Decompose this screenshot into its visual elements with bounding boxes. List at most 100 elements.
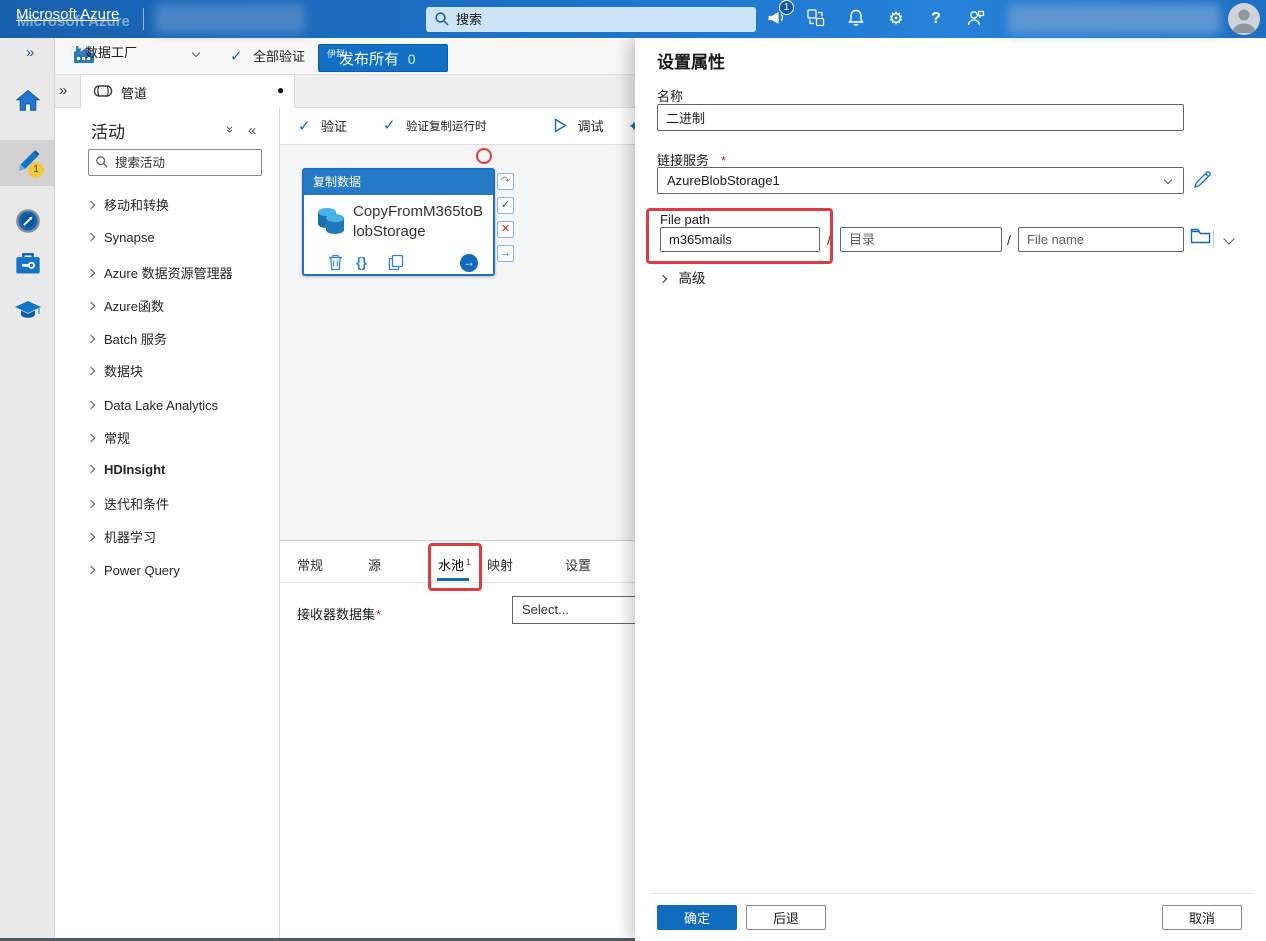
port-skip-icon[interactable]: ↷ — [497, 173, 514, 190]
copy-data-activity-node[interactable]: 复制数据 CopyFromM365toB lobStorage {} → — [302, 168, 495, 276]
unsaved-indicator: ● — [277, 83, 285, 97]
chevron-right-icon — [86, 499, 96, 509]
tabs-divider — [280, 582, 635, 583]
port-completion-icon[interactable]: → — [497, 245, 514, 262]
sink-dataset-select[interactable]: Select... — [512, 596, 642, 624]
factory-selector-label[interactable]: 数据工厂 — [85, 42, 137, 61]
activity-category-hdinsight[interactable]: HDInsight — [86, 461, 273, 483]
file-path-label: File path — [660, 212, 710, 227]
icon-divider — [1213, 230, 1214, 248]
chevron-right-icon — [86, 366, 96, 376]
port-failure-icon[interactable]: ✕ — [497, 221, 514, 238]
search-icon — [434, 11, 450, 32]
set-properties-panel: 设置属性 名称 链接服务 * AzureBlobStorage1 File pa… — [635, 38, 1266, 941]
avatar[interactable] — [1228, 3, 1260, 35]
activity-category-machine-learning[interactable]: 机器学习 — [86, 527, 273, 549]
activity-category-iteration-conditionals[interactable]: 迭代和条件 — [86, 494, 273, 516]
activity-search — [88, 149, 262, 176]
advanced-toggle[interactable]: 高级 — [658, 267, 705, 288]
tab-sink[interactable]: 水池 1 — [438, 555, 471, 574]
edit-linked-service-icon[interactable] — [1192, 169, 1213, 193]
path-separator: / — [827, 232, 831, 248]
factory-command-bar: 数据工厂 ✓ 全部验证 伊犁 发布所有 0 — [55, 38, 635, 75]
tab-general[interactable]: 常规 — [297, 555, 323, 574]
validate-copy-runtime-button[interactable]: ✓ 验证复制运行时 — [383, 116, 487, 135]
tab-settings[interactable]: 设置 — [565, 555, 591, 574]
sink-error-badge: 1 — [466, 556, 472, 567]
clone-icon[interactable] — [388, 254, 404, 276]
sidebar-item-author[interactable]: 1 — [0, 140, 55, 186]
delete-icon[interactable] — [328, 254, 343, 276]
ok-button[interactable]: 确定 — [657, 905, 737, 930]
collapse-all-icon[interactable]: » — [223, 126, 238, 133]
validate-check-icon: ✓ — [230, 48, 243, 65]
browse-folder-icon[interactable] — [1190, 227, 1211, 248]
tab-pipeline[interactable]: 管道 ● — [80, 75, 295, 108]
sidebar-item-manage[interactable] — [0, 243, 55, 285]
expand-explorer-icon[interactable]: » — [59, 82, 67, 99]
help-icon[interactable]: ? — [920, 4, 952, 34]
activity-category-azure-functions[interactable]: Azure函数 — [86, 296, 273, 318]
directory-input[interactable] — [840, 227, 1002, 252]
clipped-toolbar-icon[interactable]: ✦ — [628, 118, 635, 136]
redacted-account-info — [1008, 4, 1220, 34]
pipeline-canvas[interactable]: 复制数据 CopyFromM365toB lobStorage {} → ↷ ✓ — [280, 145, 635, 540]
back-button[interactable]: 后退 — [746, 905, 826, 930]
activity-category-data-lake-analytics[interactable]: Data Lake Analytics — [86, 397, 273, 419]
cancel-button[interactable]: 取消 — [1162, 905, 1242, 930]
code-braces-icon[interactable]: {} — [356, 254, 367, 270]
sink-dataset-label: 接收器数据集* — [297, 607, 382, 622]
collapse-panel-icon[interactable]: « — [248, 122, 256, 139]
node-type-header: 复制数据 — [304, 170, 493, 195]
tab-source[interactable]: 源 — [368, 555, 381, 574]
active-tab-underline — [437, 578, 469, 581]
port-success-icon[interactable]: ✓ — [497, 197, 514, 214]
feedback-icon[interactable] — [960, 4, 992, 34]
annotation-circle — [476, 148, 492, 164]
azure-home-link[interactable]: Microsoft Azure Microsoft Azure — [16, 6, 130, 32]
chevron-down-icon[interactable] — [1223, 233, 1235, 245]
settings-gear-icon[interactable]: ⚙ — [880, 4, 912, 34]
linked-service-select[interactable]: AzureBlobStorage1 — [657, 167, 1184, 194]
path-separator: / — [1007, 232, 1011, 248]
check-icon: ✓ — [383, 117, 396, 134]
directory-switch-icon[interactable] — [800, 4, 832, 34]
chevron-down-icon[interactable] — [191, 48, 201, 58]
topbar-divider — [143, 8, 144, 30]
global-search-input[interactable] — [456, 7, 746, 32]
tab-mapping[interactable]: 映射 — [487, 555, 513, 574]
validate-button[interactable]: ✓ 验证 — [298, 116, 347, 136]
debug-button[interactable]: 调试 — [553, 116, 603, 136]
sidebar-item-home[interactable] — [0, 80, 55, 122]
gauge-icon — [15, 209, 40, 233]
container-input[interactable] — [660, 227, 820, 252]
activity-category-synapse[interactable]: Synapse — [86, 229, 273, 251]
name-input[interactable] — [657, 104, 1184, 131]
footer-divider — [650, 893, 1253, 894]
chevron-right-icon — [86, 400, 96, 410]
search-icon — [96, 156, 108, 168]
canvas-toolbar: ✓ 验证 ✓ 验证复制运行时 调试 ✦ — [280, 108, 635, 145]
notifications-bell-icon[interactable] — [840, 4, 872, 34]
sidebar-expand-icon[interactable]: » — [26, 44, 34, 61]
activity-category-move-and-transform[interactable]: 移动和转换 — [86, 195, 273, 217]
chevron-right-icon — [86, 565, 96, 575]
activity-category-azure-data-explorer[interactable]: Azure 数据资源管理器 — [86, 263, 273, 285]
activity-category-batch-service[interactable]: Batch 服务 — [86, 329, 273, 351]
activity-category-general[interactable]: 常规 — [86, 428, 273, 450]
activity-category-power-query[interactable]: Power Query — [86, 562, 273, 584]
chevron-right-icon — [86, 532, 96, 542]
activity-search-input[interactable] — [115, 150, 259, 175]
file-name-input[interactable] — [1018, 227, 1184, 252]
activities-title: 活动 — [91, 123, 125, 142]
node-actions: {} → — [304, 252, 493, 276]
activity-name: CopyFromM365toB lobStorage — [353, 203, 484, 240]
panel-title: 设置属性 — [657, 53, 725, 72]
sidebar-item-learning[interactable] — [0, 290, 55, 332]
open-activity-icon[interactable]: → — [460, 254, 478, 272]
sidebar-item-monitor[interactable] — [0, 200, 55, 242]
megaphone-icon[interactable]: 1 — [760, 0, 794, 34]
activity-category-databricks[interactable]: 数据块 — [86, 361, 273, 383]
publish-all-button[interactable]: 伊犁 发布所有 0 — [318, 44, 448, 72]
validate-all-button[interactable]: ✓ 全部验证 — [230, 46, 305, 66]
